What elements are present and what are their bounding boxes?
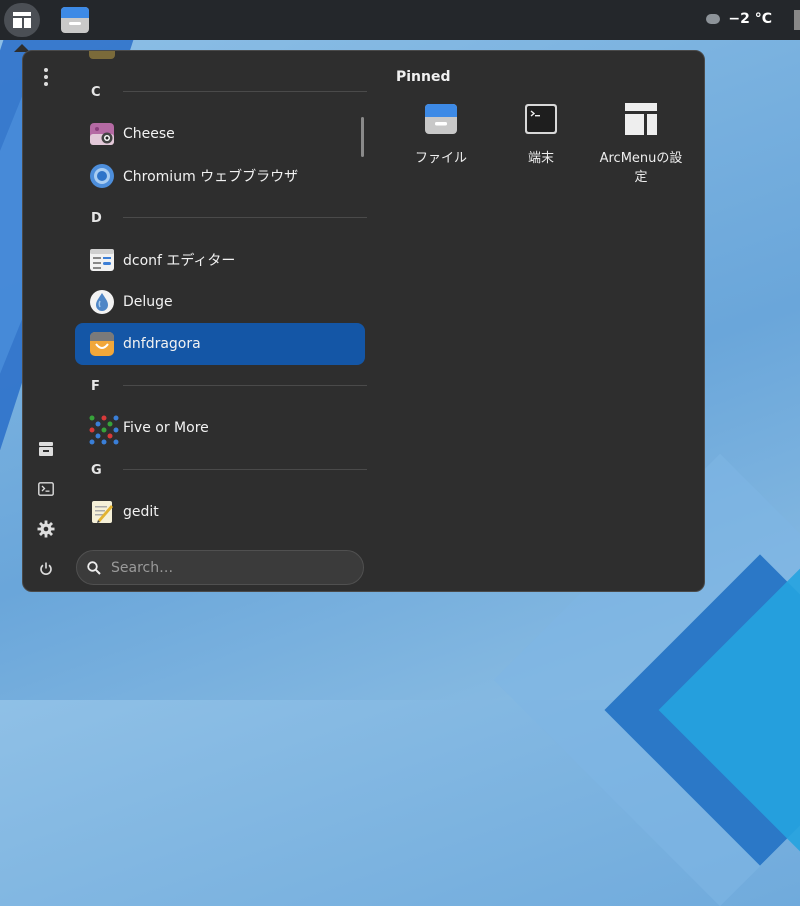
pinned-label: ArcMenuの設定 bbox=[599, 151, 683, 185]
arcmenu-settings-icon bbox=[623, 101, 659, 137]
app-label: Cheese bbox=[123, 126, 175, 142]
section-header-g: G bbox=[91, 463, 102, 478]
chromium-icon bbox=[89, 163, 115, 189]
partial-app-icon bbox=[89, 51, 115, 61]
app-item-chromium[interactable]: Chromium ウェブブラウザ bbox=[75, 155, 365, 197]
terminal-icon bbox=[523, 101, 559, 137]
app-item-gedit[interactable]: gedit bbox=[75, 491, 365, 533]
pinned-item-arcmenu-settings[interactable]: ArcMenuの設定 bbox=[591, 101, 691, 187]
app-label: dconf エディター bbox=[123, 253, 236, 269]
app-label: Chromium ウェブブラウザ bbox=[123, 169, 299, 185]
section-header-c: C bbox=[91, 85, 101, 100]
cloud-icon bbox=[706, 14, 721, 24]
five-or-more-icon bbox=[89, 415, 119, 445]
files-taskbar-icon[interactable] bbox=[60, 6, 90, 34]
files-icon bbox=[423, 101, 459, 137]
section-header-d: D bbox=[91, 211, 102, 226]
dconf-icon bbox=[89, 247, 115, 273]
search-icon bbox=[87, 560, 101, 575]
menu-layout-icon bbox=[13, 12, 31, 28]
app-label: dnfdragora bbox=[123, 336, 201, 352]
gedit-icon bbox=[89, 499, 115, 525]
cheese-icon bbox=[89, 121, 115, 147]
app-label: Five or More bbox=[123, 420, 209, 436]
files-icon[interactable] bbox=[32, 435, 60, 463]
app-item-deluge[interactable]: Deluge bbox=[75, 281, 365, 323]
app-item-dnfdragora[interactable]: dnfdragora bbox=[75, 323, 365, 365]
section-header-f: F bbox=[91, 379, 100, 394]
app-label: Deluge bbox=[123, 294, 173, 310]
top-bar: −2 °C bbox=[0, 0, 800, 40]
dnfdragora-icon bbox=[89, 331, 115, 357]
app-item-dconf-editor[interactable]: dconf エディター bbox=[75, 239, 365, 281]
search-input[interactable] bbox=[109, 558, 333, 577]
pinned-item-files[interactable]: ファイル bbox=[391, 101, 491, 168]
terminal-icon[interactable] bbox=[32, 475, 60, 503]
section-divider bbox=[123, 217, 367, 218]
app-label: gedit bbox=[123, 504, 159, 520]
edge-indicator bbox=[794, 10, 800, 30]
pinned-label: ファイル bbox=[414, 151, 467, 166]
arcmenu-button[interactable] bbox=[4, 3, 40, 37]
weather-indicator[interactable]: −2 °C bbox=[706, 11, 772, 27]
menu-sidebar bbox=[23, 51, 69, 591]
pinned-label: 端末 bbox=[527, 151, 554, 166]
app-list[interactable]: C Cheese Chromium ウェブブラウザ D dconf エディター … bbox=[75, 51, 367, 541]
section-divider bbox=[123, 469, 367, 470]
section-divider bbox=[123, 91, 367, 92]
app-item-cheese[interactable]: Cheese bbox=[75, 113, 365, 155]
search-box[interactable] bbox=[76, 550, 364, 585]
settings-icon[interactable] bbox=[32, 515, 60, 543]
app-item-five-or-more[interactable]: Five or More bbox=[75, 407, 365, 449]
section-divider bbox=[123, 385, 367, 386]
app-list-scrollbar[interactable] bbox=[361, 117, 364, 157]
deluge-icon bbox=[89, 289, 115, 315]
weather-temperature: −2 °C bbox=[728, 11, 772, 27]
power-icon[interactable] bbox=[32, 555, 60, 583]
pinned-title: Pinned bbox=[396, 69, 451, 85]
arcmenu-panel: C Cheese Chromium ウェブブラウザ D dconf エディター … bbox=[22, 50, 705, 592]
pinned-item-terminal[interactable]: 端末 bbox=[491, 101, 591, 168]
more-options-icon[interactable] bbox=[32, 63, 60, 91]
